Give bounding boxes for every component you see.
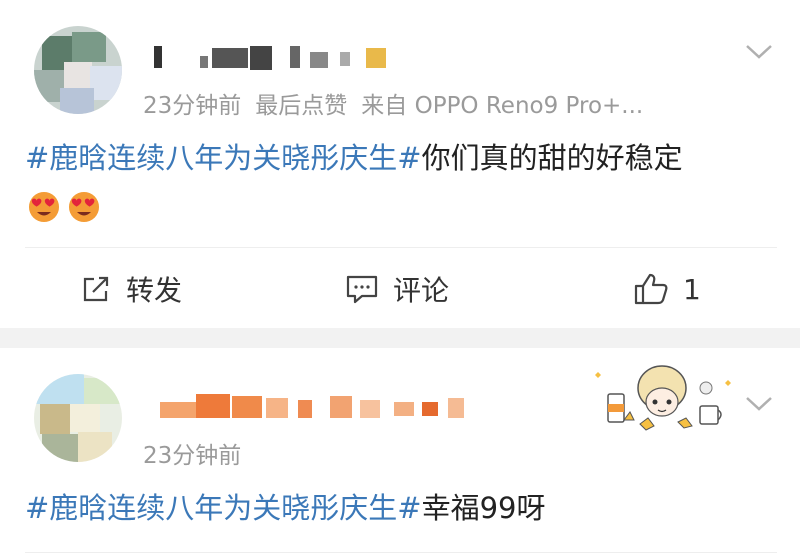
post-separator — [0, 328, 800, 348]
username-blurred[interactable] — [150, 392, 490, 420]
comment-label: 评论 — [393, 274, 450, 307]
repost-label: 转发 — [126, 274, 183, 307]
emoji-row — [28, 191, 100, 223]
weibo-post: 23分钟前 最后点赞 来自 OPPO Reno9 Pro+... #鹿晗连续八年为关… — [0, 0, 800, 328]
chevron-down-icon[interactable] — [744, 394, 774, 414]
avatar[interactable] — [34, 374, 122, 462]
post-text: 你们真的甜的好稳定 — [421, 141, 683, 175]
heart-eyes-emoji — [69, 192, 99, 222]
thumbs-up-icon — [634, 273, 668, 305]
post-meta: 23分钟前 最后点赞 来自 OPPO Reno9 Pro+... — [143, 86, 657, 120]
divider — [25, 552, 777, 553]
card-decoration-sticker — [588, 358, 738, 438]
divider — [25, 247, 777, 248]
like-button[interactable]: 1 — [633, 264, 701, 314]
username-blurred[interactable] — [150, 44, 400, 72]
post-text: 幸福99呀 — [421, 491, 546, 525]
chevron-down-icon[interactable] — [744, 42, 774, 62]
post-time: 23分钟前 — [143, 93, 242, 119]
action-bar: 转发 评论 1 — [0, 264, 800, 314]
post-source[interactable]: 来自 OPPO Reno9 Pro+... — [361, 93, 643, 119]
hashtag-link[interactable]: #鹿晗连续八年为关晓彤庆生# — [25, 141, 422, 175]
like-count: 1 — [683, 272, 701, 306]
post-content: #鹿晗连续八年为关晓彤庆生#你们真的甜的好稳定 — [25, 136, 683, 180]
avatar[interactable] — [34, 26, 122, 114]
post-meta: 23分钟前 — [143, 436, 255, 470]
post-time: 23分钟前 — [143, 443, 242, 469]
repost-button[interactable]: 转发 — [80, 264, 182, 314]
heart-eyes-emoji — [29, 192, 59, 222]
hashtag-link[interactable]: #鹿晗连续八年为关晓彤庆生# — [25, 491, 422, 525]
comment-icon — [346, 275, 378, 304]
repost-icon — [83, 276, 109, 302]
post-content: #鹿晗连续八年为关晓彤庆生#幸福99呀 — [25, 486, 546, 530]
comment-button[interactable]: 评论 — [345, 264, 449, 314]
like-status: 最后点赞 — [255, 93, 348, 119]
